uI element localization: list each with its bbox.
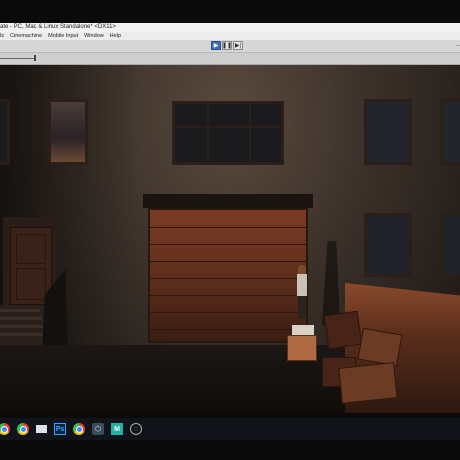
crate [323, 310, 363, 350]
window-title-bar: ate - PC, Mac & Linux Standalone* <DX11> [0, 23, 460, 32]
player-character[interactable] [294, 265, 310, 327]
monitor-screen: ate - PC, Mac & Linux Standalone* <DX11>… [0, 0, 460, 460]
scale-slider-handle[interactable] [34, 55, 36, 61]
playback-controls: ▶ ❚❚ ▶| [211, 41, 244, 50]
chrome-icon[interactable] [73, 423, 85, 435]
chart-icon[interactable]: M [111, 423, 123, 435]
stair-step [0, 317, 42, 320]
crate [338, 362, 398, 404]
game-view-scene[interactable] [0, 65, 460, 413]
stair-step [0, 325, 44, 328]
garage-slat [150, 261, 306, 262]
menu-help[interactable]: Help [110, 32, 121, 40]
menu-cinemachine[interactable]: Cinemachine [10, 32, 42, 40]
play-button[interactable]: ▶ [211, 41, 221, 50]
photoshop-icon[interactable]: Ps [54, 423, 66, 435]
chrome-icon[interactable] [17, 423, 29, 435]
paper-stack [292, 325, 314, 335]
window-upper-far-left [0, 99, 10, 165]
window-upper-center [172, 101, 284, 165]
stair-step [0, 333, 46, 336]
window-upper-left [48, 99, 88, 165]
mail-icon[interactable] [36, 425, 47, 433]
chrome-icon[interactable] [0, 423, 10, 435]
garage-door [148, 208, 308, 343]
play-icon: ▶ [213, 43, 219, 49]
door-panel-upper [16, 234, 46, 264]
menu-mobile-input[interactable]: Mobile Input [48, 32, 78, 40]
windows-taskbar: Ps ⬡ M ◌ [0, 418, 460, 440]
window-lower-right [364, 213, 412, 277]
pause-button[interactable]: ❚❚ [222, 41, 232, 50]
editor-toolbar: ▶ ❚❚ ▶| ... [0, 40, 460, 53]
character-head [298, 265, 306, 274]
door-panel-lower [16, 268, 46, 300]
character-legs [298, 296, 306, 318]
front-door [10, 227, 52, 305]
window-upper-right [364, 99, 412, 165]
scale-slider-track[interactable] [0, 58, 34, 59]
circle-icon[interactable]: ◌ [130, 423, 142, 435]
menu-window[interactable]: Window [84, 32, 104, 40]
menu-tools[interactable]: ols [0, 32, 4, 40]
crate [357, 327, 403, 367]
character-shadow [322, 241, 340, 325]
garage-slat [150, 227, 306, 228]
window-upper-far-right [440, 99, 460, 165]
garage-slat [150, 295, 306, 296]
stair-step [0, 309, 40, 312]
step-icon: ▶| [234, 43, 242, 49]
garage-slat [150, 244, 306, 245]
small-box [287, 335, 317, 361]
menu-bar: ols Cinemachine Mobile Input Window Help [0, 32, 460, 40]
game-view-toolbar [0, 53, 460, 65]
garage-slat [150, 278, 306, 279]
pause-icon: ❚❚ [221, 43, 233, 49]
window-lower-far-right [440, 213, 460, 277]
garage-slat [150, 312, 306, 313]
unity-icon[interactable]: ⬡ [92, 423, 104, 435]
character-torso [297, 274, 307, 296]
stairs [0, 305, 46, 345]
window-title: ate - PC, Mac & Linux Standalone* <DX11> [0, 24, 116, 30]
step-button[interactable]: ▶| [233, 41, 243, 50]
garage-slat [150, 329, 306, 330]
layout-dropdown[interactable]: ... [456, 42, 460, 48]
garage-awning [143, 194, 313, 208]
